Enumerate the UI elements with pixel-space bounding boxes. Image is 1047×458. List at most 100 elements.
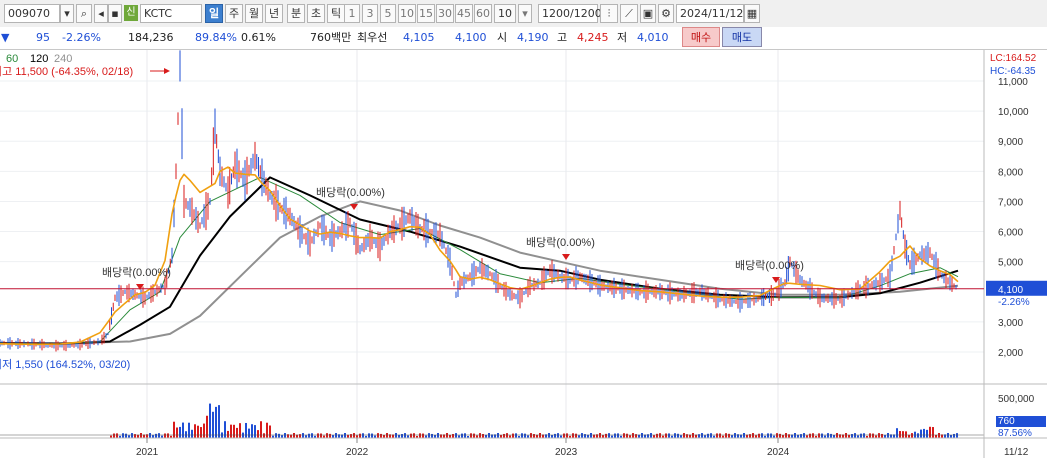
date-input[interactable]: 2024/11/12 xyxy=(676,4,744,23)
volume-bar xyxy=(185,431,187,438)
sell-button[interactable]: 매도 xyxy=(722,27,762,47)
volume-bar xyxy=(224,421,226,438)
calendar-icon[interactable]: ▦ xyxy=(744,4,760,23)
gear-icon[interactable]: ⚙ xyxy=(658,4,674,23)
volume-bar xyxy=(830,433,832,438)
volume-bar xyxy=(188,422,190,438)
code-dropdown-button[interactable]: ▾ xyxy=(60,4,74,23)
volume-bar xyxy=(665,433,667,438)
count-display[interactable]: 1200/1200 xyxy=(538,4,602,23)
volume-bar xyxy=(254,425,256,438)
save-icon[interactable]: ▣ xyxy=(640,4,656,23)
volume-bar xyxy=(656,433,658,438)
period-button-1[interactable]: 주 xyxy=(225,4,243,23)
volume-bar xyxy=(758,433,760,438)
volume-bar xyxy=(659,433,661,438)
magnifier-icon[interactable]: ⌕ xyxy=(76,4,92,23)
volume-bar xyxy=(938,433,940,438)
stock-name-field[interactable]: KCTC xyxy=(140,4,202,23)
volume-bar xyxy=(752,433,754,438)
down-arrow-icon: ▼ xyxy=(1,31,10,44)
ma-legend-60: 60 xyxy=(6,53,18,65)
volume-bar xyxy=(122,433,124,438)
volume-bar xyxy=(149,433,151,438)
volume-bar xyxy=(650,433,652,438)
volume-bar xyxy=(785,433,787,438)
volume-bar xyxy=(497,433,499,438)
volume-bar xyxy=(260,421,262,438)
period-button-2[interactable]: 월 xyxy=(245,4,263,23)
volume-bar xyxy=(131,433,133,438)
volume-bar xyxy=(800,434,802,438)
interval-custom-field[interactable]: 10 xyxy=(494,4,516,23)
volume-bar xyxy=(350,434,352,438)
volume-bar xyxy=(734,433,736,438)
volume-bar xyxy=(257,430,259,438)
volume-bar xyxy=(863,433,865,438)
volume-bar xyxy=(668,433,670,438)
volume-bar xyxy=(719,433,721,438)
period-button-6[interactable]: 틱 xyxy=(327,4,345,23)
period-button-4[interactable]: 분 xyxy=(287,4,305,23)
interval-button-45[interactable]: 45 xyxy=(455,4,473,23)
volume-bar xyxy=(614,433,616,438)
volume-bar xyxy=(533,434,535,438)
volume-bar xyxy=(269,425,271,438)
volume-bar xyxy=(512,433,514,438)
volume-bar xyxy=(881,433,883,438)
volume-bar xyxy=(218,405,220,438)
interval-button-15[interactable]: 15 xyxy=(417,4,435,23)
candle-type-icon[interactable]: ⫶ xyxy=(600,4,618,23)
volume-bar xyxy=(329,433,331,438)
volume-bar xyxy=(524,433,526,438)
period-button-5[interactable]: 초 xyxy=(307,4,325,23)
settings-icon[interactable]: ▪ xyxy=(108,4,122,23)
line-tool-icon[interactable]: ⟋ xyxy=(620,4,638,23)
hc-label: HC:-64.35 xyxy=(990,66,1036,77)
volume-bar xyxy=(701,433,703,438)
price-chart[interactable]: 11,000 10,000 9,000 8,000 7,000 6,000 5,000 3,0… xyxy=(0,50,1047,458)
volume-bar xyxy=(293,433,295,438)
change-value: 95 xyxy=(36,31,50,44)
volume-bar xyxy=(956,433,958,438)
period-button-0[interactable]: 일 xyxy=(205,4,223,23)
interval-button-10[interactable]: 10 xyxy=(398,4,416,23)
dividend-label: 배당락(0.00%) xyxy=(102,266,171,279)
volume-bar xyxy=(953,433,955,438)
volume-bar xyxy=(353,433,355,438)
interval-dropdown[interactable]: ▾ xyxy=(518,4,532,23)
interval-button-5[interactable]: 5 xyxy=(380,4,396,23)
volume-bar xyxy=(506,433,508,438)
volume-bar xyxy=(926,429,928,438)
speaker-icon[interactable]: ◂ xyxy=(94,4,108,23)
period-button-3[interactable]: 년 xyxy=(265,4,283,23)
volume-bar xyxy=(947,433,949,438)
volume-bar xyxy=(812,433,814,438)
volume-bar xyxy=(776,433,778,438)
interval-button-3[interactable]: 3 xyxy=(362,4,378,23)
y-tick-label: 6,000 xyxy=(998,228,1023,239)
volume-bar xyxy=(572,433,574,438)
volume-tick-label: 500,000 xyxy=(998,394,1035,405)
volume-bar xyxy=(428,433,430,438)
high-annotation: 최고 11,500 (-64.35%, 02/18) xyxy=(0,65,133,78)
volume-bar xyxy=(155,433,157,438)
stock-code-input[interactable]: 009070 xyxy=(4,4,60,23)
volume-tick-label: 760 xyxy=(998,416,1015,427)
ratio-1: 89.84% xyxy=(195,31,237,44)
volume-bar xyxy=(320,433,322,438)
buy-button[interactable]: 매수 xyxy=(682,27,720,47)
volume-bar xyxy=(470,433,472,438)
x-tick-label: 2021 xyxy=(136,447,159,458)
credit-badge: 신 xyxy=(124,5,138,21)
volume-bar xyxy=(371,433,373,438)
interval-button-1[interactable]: 1 xyxy=(344,4,360,23)
volume-bar xyxy=(362,433,364,438)
y-tick-label: 2,000 xyxy=(998,348,1023,359)
y-tick-label: 7,000 xyxy=(998,197,1023,208)
current-change-label: -2.26% xyxy=(998,297,1030,308)
y-tick-label: 8,000 xyxy=(998,167,1023,178)
interval-button-60[interactable]: 60 xyxy=(474,4,492,23)
volume-bar xyxy=(707,433,709,438)
interval-button-30[interactable]: 30 xyxy=(436,4,454,23)
